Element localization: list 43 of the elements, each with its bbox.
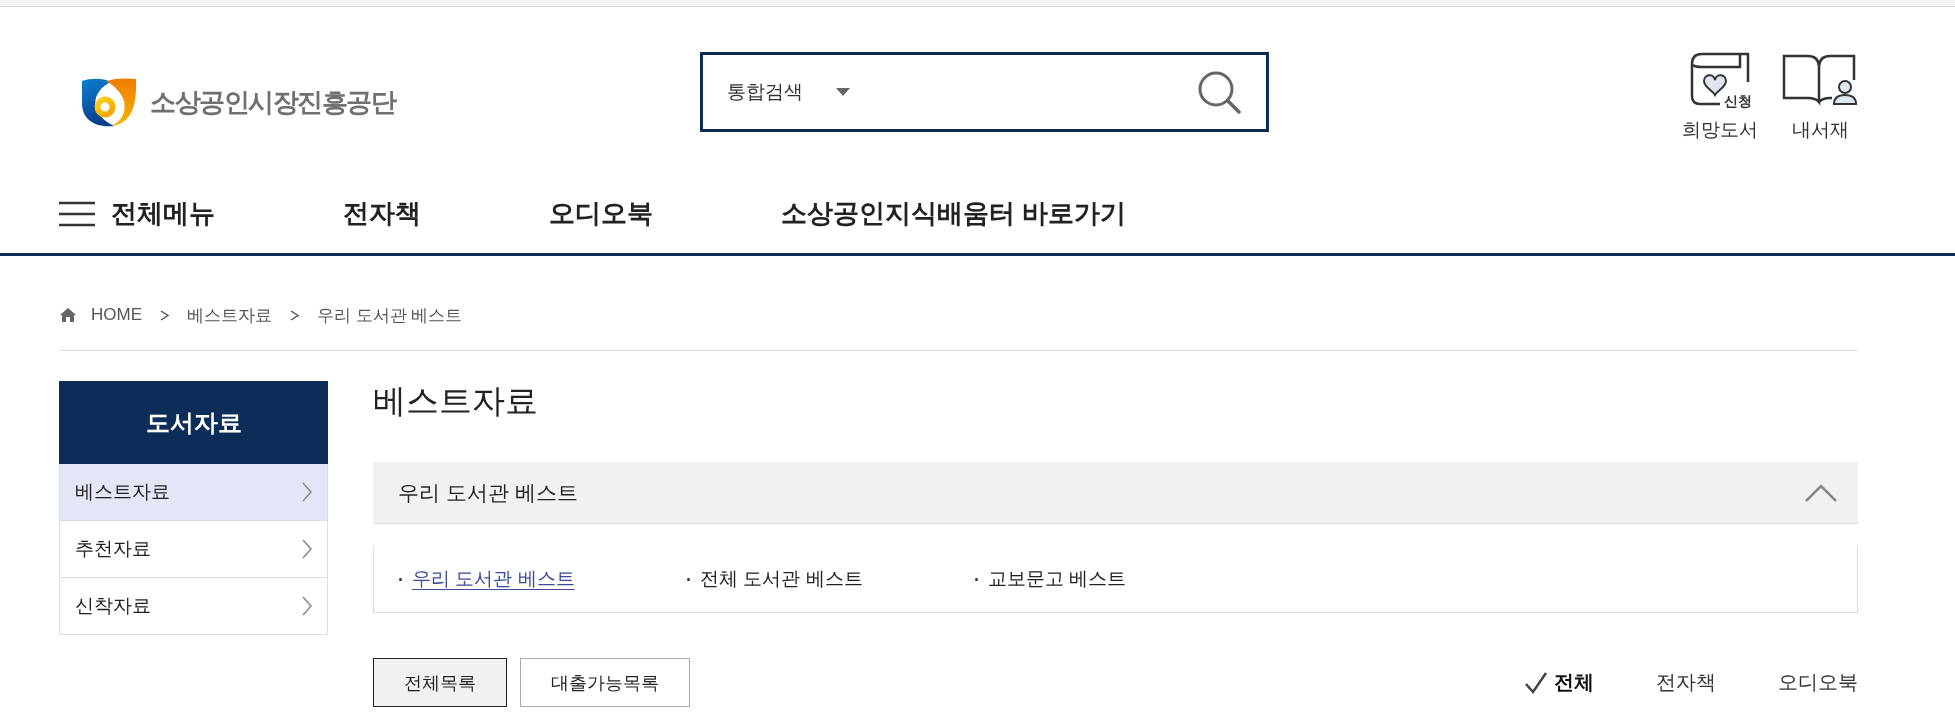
sidebar-title: 도서자료	[59, 381, 328, 464]
sidebar-item[interactable]: 신착자료	[59, 578, 328, 635]
breadcrumb-link[interactable]: HOME	[59, 305, 142, 325]
open-book-person-icon	[1782, 52, 1858, 106]
search-icon	[1197, 70, 1241, 114]
chevron-right-icon	[160, 309, 169, 321]
caret-icon	[836, 88, 850, 96]
chevron-right-icon	[302, 596, 312, 616]
logo-icon	[81, 77, 137, 127]
logo-text: 소상공인시장진흥공단	[150, 85, 395, 119]
nav-link[interactable]: 소상공인지식배움터 바로가기	[781, 196, 1127, 231]
check-icon	[1524, 670, 1548, 695]
format-tab[interactable]: 오디오북	[1778, 669, 1858, 696]
quick-link[interactable]: 내서재	[1782, 52, 1858, 142]
accordion-header[interactable]: 우리 도서관 베스트	[373, 462, 1858, 524]
page-title: 베스트자료	[373, 381, 538, 421]
all-menu-button[interactable]: 전체메뉴	[59, 196, 215, 231]
search-field[interactable]: 통합검색	[700, 52, 1269, 132]
menu-icon	[59, 200, 95, 227]
format-tab[interactable]: 전자책	[1656, 669, 1716, 696]
chevron-right-icon	[302, 539, 312, 559]
chevron-right-icon	[290, 309, 299, 321]
breadcrumb-link[interactable]: 우리 도서관 베스트	[317, 303, 463, 327]
quick-link[interactable]: 신청 희망도서	[1682, 52, 1758, 142]
breadcrumb-link[interactable]: 베스트자료	[187, 303, 272, 327]
bullet-icon	[399, 577, 402, 581]
sidebar-item[interactable]: 추천자료	[59, 521, 328, 578]
home-icon	[59, 307, 77, 323]
badge-label: 신청	[1724, 93, 1752, 109]
chevron-right-icon	[302, 482, 312, 502]
tab-link[interactable]: 전체 도서관 베스트	[700, 566, 863, 592]
format-tab[interactable]: 전체	[1524, 669, 1594, 696]
bullet-icon	[975, 577, 978, 581]
list-filter-button[interactable]: 대출가능목록	[520, 658, 690, 707]
tab-link[interactable]: 교보문고 베스트	[988, 566, 1127, 592]
scope-dropdown[interactable]: 통합검색	[703, 79, 850, 105]
list-filter-button[interactable]: 전체목록	[373, 658, 507, 707]
sidebar-item[interactable]: 베스트자료	[59, 464, 328, 521]
bullet-icon	[687, 577, 690, 581]
tab-link[interactable]: 우리 도서관 베스트	[412, 566, 575, 592]
search-button[interactable]	[1197, 70, 1241, 114]
nav-link[interactable]: 전자책	[343, 196, 421, 231]
nav-link[interactable]: 오디오북	[549, 196, 653, 231]
